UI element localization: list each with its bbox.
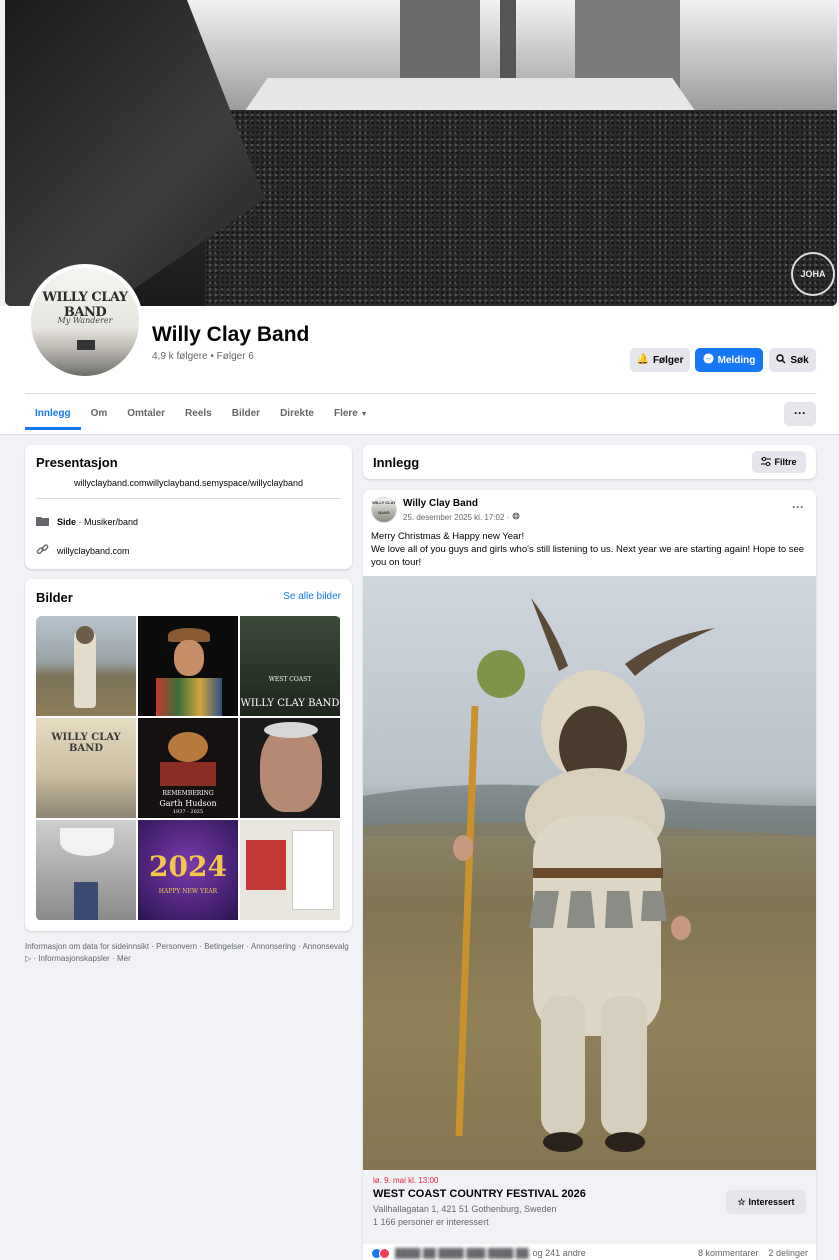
post-timestamp[interactable]: 25. desember 2025 kl. 17:02 · [403, 512, 520, 522]
reaction-names-blurred[interactable]: ████ ██ ████ ███ ████ ██ [395, 1248, 529, 1258]
reactions-count[interactable]: og 241 andre [533, 1248, 586, 1258]
engagement-stats: 8 kommentarer 2 delinger [698, 1248, 808, 1258]
intro-title: Presentasjon [36, 455, 118, 470]
category-value: · Musiker/band [76, 516, 139, 527]
link-icon [36, 543, 49, 558]
event-date: lø. 9. mai kl. 13:00 [373, 1176, 439, 1185]
intro-category-row: Side · Musiker/band [36, 515, 138, 528]
intro-bio: willyclayband.comwillyclayband.semyspace… [73, 478, 304, 488]
post-text-line: Merry Christmas & Happy new Year! [371, 531, 525, 542]
photo-caption: REMEMBERING [162, 790, 214, 797]
website-link[interactable]: willyclayband.com [57, 546, 130, 556]
message-label: Melding [717, 354, 756, 366]
avatar-subtitle: My Wanderer [57, 316, 113, 325]
photo-thumbnail[interactable]: WEST COAST WILLY CLAY BAND [240, 616, 340, 716]
more-options-button[interactable]: ··· [784, 402, 816, 426]
follower-stats[interactable]: 4,9 k følgere • Følger 6 [152, 351, 254, 362]
interested-label: Interessert [748, 1197, 795, 1207]
star-icon: ☆ [737, 1196, 746, 1207]
post-time-text: 25. desember 2025 kl. 17:02 · [403, 513, 512, 522]
intro-card: Presentasjon willyclayband.comwillyclayb… [25, 445, 352, 569]
photo-grid: WEST COAST WILLY CLAY BAND WILLY CLAY BA… [36, 616, 341, 921]
post-author-avatar[interactable]: WILLY CLAY BAND [371, 497, 397, 523]
posts-header: Innlegg Filtre [363, 445, 816, 479]
post-image[interactable] [363, 576, 816, 1170]
search-icon [776, 353, 786, 367]
intro-category-text: Side · Musiker/band [57, 517, 138, 527]
post-text-line: We love all of you guys and girls who's … [371, 544, 805, 568]
event-interested-count: 1 166 personer er interessert [373, 1217, 489, 1227]
see-all-photos-link[interactable]: Se alle bilder [283, 591, 341, 602]
shares-count[interactable]: 2 delinger [768, 1248, 808, 1258]
photo-thumbnail[interactable] [240, 718, 340, 818]
tab-live[interactable]: Direkte [270, 398, 324, 430]
posts-title: Innlegg [373, 455, 420, 470]
tab-reviews[interactable]: Omtaler [117, 398, 175, 430]
interested-button[interactable]: ☆ Interessert [726, 1190, 806, 1214]
post-text: Merry Christmas & Happy new Year! We lov… [371, 530, 810, 569]
tab-more-label: Flere [333, 408, 358, 419]
photo-caption: WEST COAST [268, 676, 312, 683]
post-options-button[interactable]: ··· [792, 500, 804, 514]
footer-links[interactable]: Informasjon om data for sideinnsikt · Pe… [25, 941, 352, 965]
page-title: Willy Clay Band [152, 323, 310, 346]
cover-photo[interactable]: JOHA [5, 0, 837, 306]
bell-icon: 🔔 [636, 354, 649, 365]
tab-reels[interactable]: Reels [175, 398, 222, 430]
photos-title: Bilder [36, 590, 73, 605]
photos-card: Bilder Se alle bilder WEST COAST WILLY C… [25, 579, 352, 931]
photo-thumbnail[interactable] [36, 616, 136, 716]
costumed-figure-illustration [363, 598, 816, 1170]
photo-thumbnail[interactable]: WILLY CLAY BAND [36, 718, 136, 818]
photo-caption: 2024 [149, 850, 227, 883]
photo-thumbnail[interactable] [138, 616, 238, 716]
search-label: Søk [790, 354, 809, 366]
photo-caption: Garth Hudson [159, 799, 217, 808]
photo-thumbnail[interactable] [36, 820, 136, 920]
event-card[interactable]: lø. 9. mai kl. 13:00 WEST COAST COUNTRY … [363, 1170, 816, 1244]
header-divider [25, 393, 816, 394]
profile-avatar[interactable]: WILLY CLAY BAND My Wanderer [27, 264, 143, 380]
tab-posts[interactable]: Innlegg [25, 398, 81, 430]
messenger-icon [703, 353, 714, 367]
search-button[interactable]: Søk [769, 348, 816, 372]
profile-tabs: Innlegg Om Omtaler Reels Bilder Direkte … [25, 398, 378, 434]
avatar-house [77, 340, 95, 350]
cover-crowd [205, 110, 837, 306]
header-bottom-border [0, 434, 839, 435]
caret-down-icon: ▼ [360, 411, 368, 418]
tab-more[interactable]: Flere ▼ [324, 398, 378, 430]
cover-watermark: JOHA [791, 252, 835, 296]
follow-label: Følger [652, 354, 684, 366]
post-card: WILLY CLAY BAND Willy Clay Band 25. dese… [363, 490, 816, 1260]
comments-count[interactable]: 8 kommentarer [698, 1248, 759, 1258]
photo-thumbnail[interactable]: REMEMBERING Garth Hudson 1937 - 2025 [138, 718, 238, 818]
intro-website-row[interactable]: willyclayband.com [36, 543, 130, 558]
love-reaction-icon [379, 1247, 390, 1259]
globe-icon [512, 512, 520, 522]
sliders-icon [761, 456, 772, 468]
tab-photos[interactable]: Bilder [222, 398, 270, 430]
follow-button[interactable]: 🔔 Følger [630, 348, 690, 372]
page-category-icon [36, 515, 49, 528]
cover-tower [500, 0, 516, 90]
event-title[interactable]: WEST COAST COUNTRY FESTIVAL 2026 [373, 1188, 586, 1200]
filter-button[interactable]: Filtre [752, 451, 806, 473]
post-author[interactable]: Willy Clay Band [403, 498, 478, 509]
intro-divider [36, 498, 341, 499]
photo-caption: 1937 - 2025 [172, 809, 204, 815]
tab-about[interactable]: Om [81, 398, 118, 430]
photo-caption: HAPPY NEW YEAR [158, 888, 218, 895]
photo-thumbnail[interactable] [240, 820, 340, 920]
message-button[interactable]: Melding [695, 348, 763, 372]
category-prefix: Side [57, 516, 77, 527]
post-reactions-bar: ████ ██ ████ ███ ████ ██ og 241 andre 8 … [371, 1246, 808, 1260]
photo-thumbnail[interactable]: 2024 HAPPY NEW YEAR [138, 820, 238, 920]
filter-label: Filtre [774, 457, 797, 467]
photo-caption: WILLY CLAY BAND [51, 732, 121, 754]
photo-caption: WILLY CLAY BAND [240, 698, 340, 709]
event-location: Vallhallagatan 1, 421 51 Gothenburg, Swe… [373, 1204, 557, 1214]
